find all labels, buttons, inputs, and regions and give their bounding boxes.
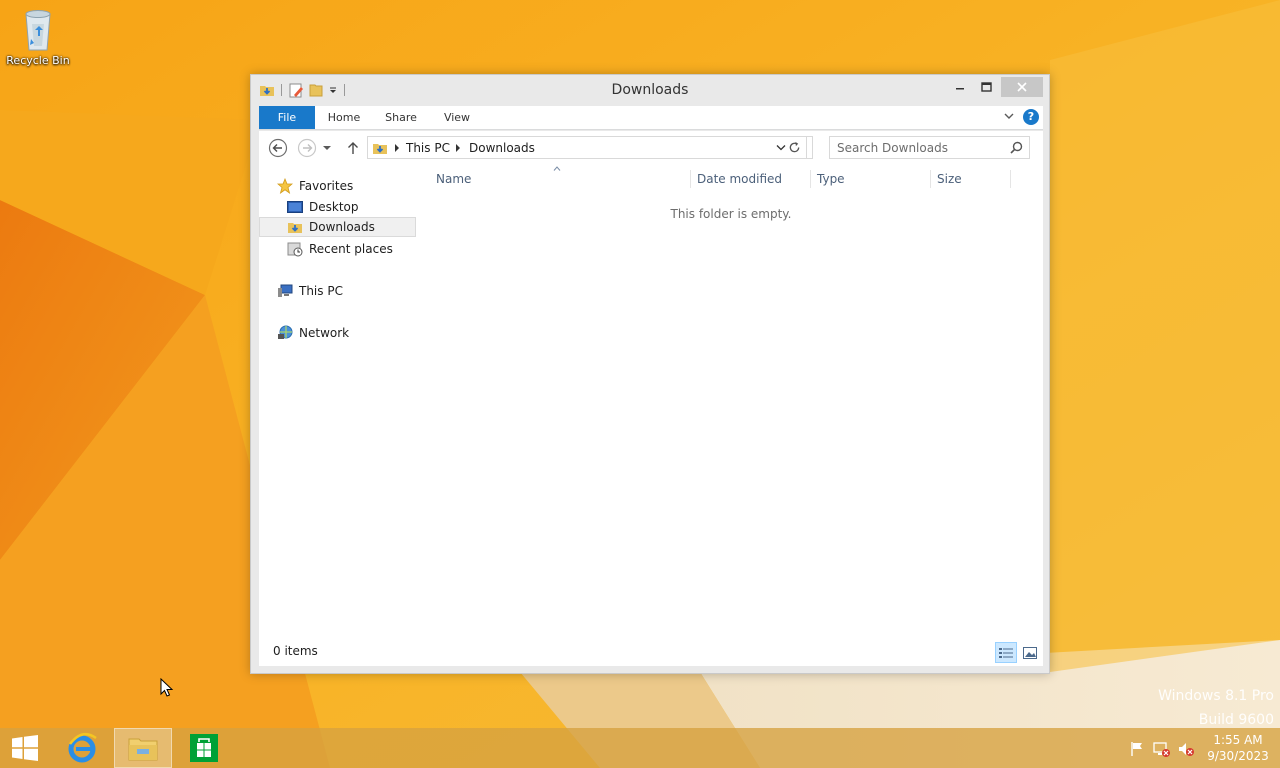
tab-view[interactable]: View [435, 106, 479, 129]
recycle-bin-label: Recycle Bin [6, 54, 70, 67]
details-view-button[interactable] [995, 642, 1017, 663]
file-explorer-icon [128, 738, 158, 761]
downloads-folder-icon [373, 144, 387, 154]
start-button[interactable] [0, 728, 50, 768]
up-button[interactable] [342, 137, 364, 159]
nav-item-favorites[interactable]: Favorites [277, 176, 353, 196]
nav-label-downloads: Downloads [309, 220, 375, 234]
downloads-folder-icon [287, 219, 303, 235]
column-divider[interactable] [690, 170, 691, 188]
chevron-down-icon [323, 146, 331, 150]
minimize-icon [956, 88, 964, 90]
os-watermark: Windows 8.1 Pro Build 9600 [1158, 684, 1274, 732]
column-header-type[interactable]: Type [817, 172, 845, 186]
desktop-icon [287, 199, 303, 215]
up-arrow-icon [348, 142, 358, 154]
column-divider[interactable] [810, 170, 811, 188]
tab-share[interactable]: Share [377, 106, 425, 129]
column-header-name[interactable]: Name [436, 172, 471, 186]
watermark-edition: Windows 8.1 Pro [1158, 688, 1274, 704]
close-icon [1017, 82, 1027, 92]
nav-label-network: Network [299, 326, 350, 340]
star-icon [277, 178, 293, 194]
maximize-icon [980, 81, 992, 92]
taskbar-internet-explorer[interactable] [56, 728, 108, 768]
window-title: Downloads [611, 82, 689, 98]
details-view-icon [999, 647, 1013, 658]
recent-locations-button[interactable] [320, 137, 334, 159]
back-button[interactable] [267, 137, 289, 159]
column-header-date-modified[interactable]: Date modified [697, 172, 782, 186]
recent-places-icon [287, 241, 303, 257]
column-header-size[interactable]: Size [937, 172, 962, 186]
nav-item-network[interactable]: Network [277, 323, 349, 343]
ribbon-tabs: File Home Share View ? [259, 106, 1043, 130]
clock-time: 1:55 AM [1213, 733, 1263, 747]
system-clock[interactable]: 1:55 AM 9/30/2023 [1202, 732, 1274, 764]
nav-item-desktop[interactable]: Desktop [287, 197, 359, 217]
breadcrumb-separator-icon[interactable] [455, 144, 461, 152]
nav-label-desktop: Desktop [309, 200, 359, 214]
explorer-window[interactable]: Downloads File Home Share View ? This PC… [250, 74, 1050, 674]
recycle-bin-icon [25, 10, 51, 51]
mouse-cursor-icon [160, 678, 174, 697]
network-status-icon[interactable] [1153, 740, 1171, 758]
forward-button[interactable] [296, 137, 318, 159]
breadcrumb-separator-icon[interactable] [394, 144, 400, 152]
nav-label-this-pc: This PC [299, 284, 343, 298]
taskbar-store[interactable] [178, 728, 230, 768]
item-count: 0 items [273, 644, 318, 658]
clock-date: 9/30/2023 [1207, 749, 1269, 763]
action-center-flag-icon[interactable] [1128, 740, 1146, 758]
taskbar: 1:55 AM 9/30/2023 [0, 728, 1280, 768]
navigation-pane: Favorites Desktop Downloads Recent place… [259, 164, 419, 634]
breadcrumb-this-pc[interactable]: This PC [406, 141, 450, 155]
minimize-button[interactable] [947, 77, 973, 97]
close-button[interactable] [1001, 77, 1043, 97]
nav-item-this-pc[interactable]: This PC [277, 281, 343, 301]
taskbar-file-explorer[interactable] [114, 728, 172, 768]
large-icons-view-icon [1023, 646, 1037, 659]
nav-label-favorites: Favorites [299, 179, 354, 193]
store-icon [190, 734, 218, 762]
computer-icon [277, 283, 293, 299]
refresh-icon [789, 141, 800, 153]
refresh-button[interactable] [783, 136, 807, 159]
column-divider[interactable] [1010, 170, 1011, 188]
tab-home[interactable]: Home [321, 106, 367, 129]
nav-label-recent-places: Recent places [309, 242, 393, 256]
file-list[interactable]: Name Date modified Type Size This folder… [419, 164, 1043, 634]
nav-item-downloads[interactable]: Downloads [259, 217, 416, 237]
network-icon [277, 325, 293, 341]
content-area: Favorites Desktop Downloads Recent place… [259, 164, 1043, 666]
forward-arrow-icon [297, 138, 317, 158]
maximize-button[interactable] [973, 77, 999, 97]
address-bar[interactable]: This PC Downloads [367, 136, 813, 159]
windows-logo-icon [12, 735, 38, 761]
help-icon[interactable]: ? [1023, 109, 1039, 125]
column-divider[interactable] [930, 170, 931, 188]
search-icon[interactable] [1010, 141, 1023, 154]
recycle-bin-shortcut[interactable]: Recycle Bin [4, 6, 72, 76]
large-icons-view-button[interactable] [1019, 642, 1041, 663]
navigation-bar: This PC Downloads [259, 131, 1043, 164]
status-bar: 0 items [259, 640, 1043, 664]
search-input[interactable] [830, 137, 1006, 158]
volume-muted-icon[interactable] [1177, 740, 1195, 758]
nav-item-recent-places[interactable]: Recent places [287, 239, 393, 259]
search-box[interactable] [829, 136, 1030, 159]
empty-folder-message: This folder is empty. [670, 207, 792, 221]
expand-ribbon-icon[interactable] [1003, 110, 1015, 122]
back-arrow-icon [268, 138, 288, 158]
title-bar[interactable]: Downloads [251, 75, 1049, 105]
tab-file[interactable]: File [259, 106, 315, 129]
internet-explorer-icon [68, 732, 97, 763]
sort-ascending-icon [553, 166, 561, 171]
breadcrumb-downloads[interactable]: Downloads [469, 141, 535, 155]
